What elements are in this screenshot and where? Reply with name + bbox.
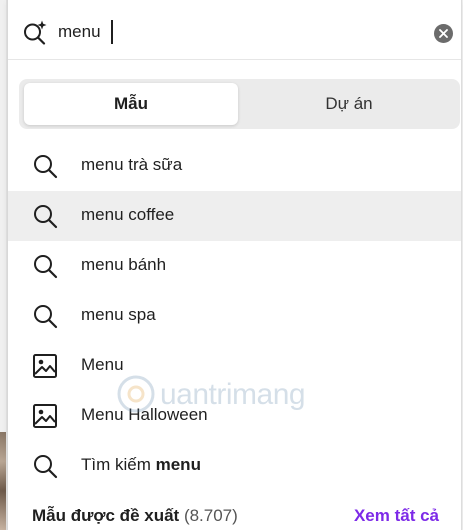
search-input[interactable] (58, 19, 358, 45)
template-suggestion-item[interactable]: Menu Halloween (8, 391, 461, 441)
see-all-link[interactable]: Xem tất cả (354, 506, 439, 526)
suggestion-item[interactable]: menu spa (8, 291, 461, 341)
search-prefix: Tìm kiếm (81, 455, 156, 474)
close-icon (439, 29, 448, 38)
tab-switcher: Mẫu Dự án (19, 79, 460, 129)
suggestion-item[interactable]: menu bánh (8, 241, 461, 291)
search-dropdown-panel: Mẫu Dự án menu trà sữa menu coffee menu … (7, 0, 461, 530)
suggestion-label: Menu (81, 355, 124, 374)
search-icon (34, 305, 58, 329)
search-icon (34, 255, 58, 279)
image-icon (33, 354, 57, 378)
suggested-templates-header: Mẫu được đề xuất (8.707) Xem tất cả (8, 500, 461, 530)
clear-search-button[interactable] (434, 24, 453, 43)
search-query-bold: menu (155, 455, 201, 474)
magic-search-icon (24, 20, 47, 45)
image-icon (33, 404, 57, 428)
search-for-query-item[interactable]: Tìm kiếm menu (8, 441, 461, 491)
suggestion-label: menu bánh (81, 255, 167, 274)
section-title-text: Mẫu được đề xuất (32, 506, 180, 525)
search-icon (34, 205, 58, 229)
search-icon (34, 455, 58, 479)
text-caret (111, 20, 113, 44)
search-bar (8, 0, 461, 60)
suggestion-label: Menu Halloween (81, 405, 208, 424)
suggestion-list: menu trà sữa menu coffee menu bánh menu … (8, 141, 461, 491)
suggestion-label: menu coffee (81, 205, 175, 224)
suggestion-item[interactable]: menu coffee (8, 191, 461, 241)
tab-projects[interactable]: Dự án (241, 83, 457, 125)
suggestion-label: Tìm kiếm menu (81, 455, 201, 475)
suggestion-label: menu trà sữa (81, 155, 183, 174)
suggestion-label: menu spa (81, 305, 156, 324)
result-count: (8.707) (183, 506, 238, 525)
search-icon (34, 155, 58, 179)
tab-templates[interactable]: Mẫu (24, 83, 238, 125)
template-suggestion-item[interactable]: Menu (8, 341, 461, 391)
section-title: Mẫu được đề xuất (8.707) (32, 506, 238, 526)
suggestion-item[interactable]: menu trà sữa (8, 141, 461, 191)
